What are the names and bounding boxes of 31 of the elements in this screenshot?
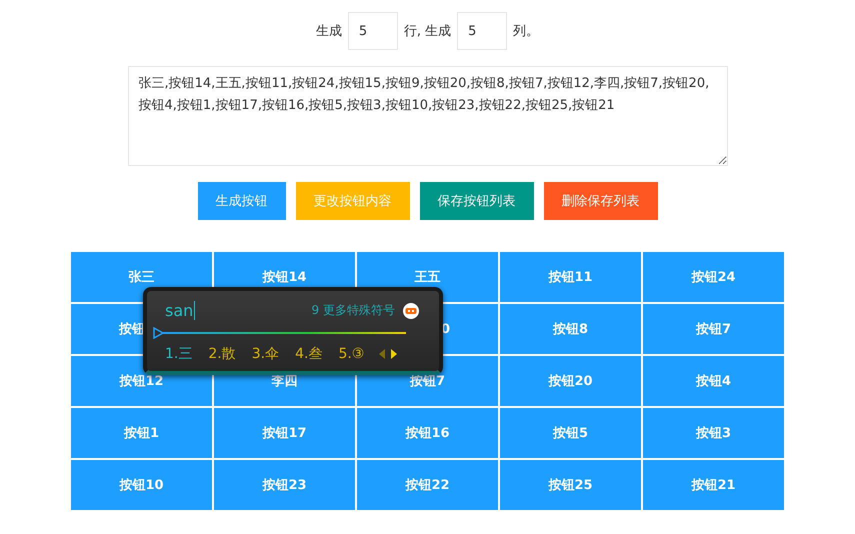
action-button[interactable]: 保存按钮列表 [420,182,534,220]
grid-button[interactable]: 按钮24 [643,252,784,302]
grid-button[interactable]: 按钮8 [500,304,641,354]
page-arrows-icon[interactable] [378,348,398,360]
grid-button[interactable]: 按钮25 [500,460,641,510]
grid-button[interactable]: 按钮5 [500,408,641,458]
grid-button[interactable]: 按钮11 [500,252,641,302]
mascot-icon [401,300,421,320]
grid-button[interactable]: 按钮21 [643,460,784,510]
ime-input-text: san [165,300,196,320]
action-button[interactable]: 生成按钮 [198,182,286,220]
button-list-field[interactable]: 张三,按钮14,王五,按钮11,按钮24,按钮15,按钮9,按钮20,按钮8,按钮7,按钮12,李四,按钮7,按钮20,按钮4,按钮1,按钮17,按钮16,按钮5,按钮3,按钮10,按钮23,按钮22,按钮25,按钮21 [128,66,728,166]
grid-button[interactable]: 按钮1 [71,408,212,458]
action-button[interactable]: 删除保存列表 [544,182,658,220]
grid-button[interactable]: 按钮3 [643,408,784,458]
cols-label: 行, 生成 [404,23,452,40]
grid-button[interactable]: 按钮7 [643,304,784,354]
grid-button[interactable]: 按钮20 [500,356,641,406]
grid-button[interactable]: 按钮10 [71,460,212,510]
cols-input[interactable]: 5 [457,12,508,50]
rows-label: 生成 [316,23,342,40]
rows-input[interactable]: 5 [348,12,398,50]
cols-suffix: 列。 [513,23,540,40]
grid-button[interactable]: 按钮4 [643,356,784,406]
grid-button[interactable]: 按钮17 [214,408,355,458]
ime-more-symbols[interactable]: 9 更多特殊符号 [312,302,395,318]
grid-button[interactable]: 按钮22 [357,460,498,510]
grid-button[interactable]: 按钮23 [214,460,355,510]
progress-line-icon [153,327,407,339]
grid-button[interactable]: 按钮16 [357,408,498,458]
action-button[interactable]: 更改按钮内容 [296,182,410,220]
